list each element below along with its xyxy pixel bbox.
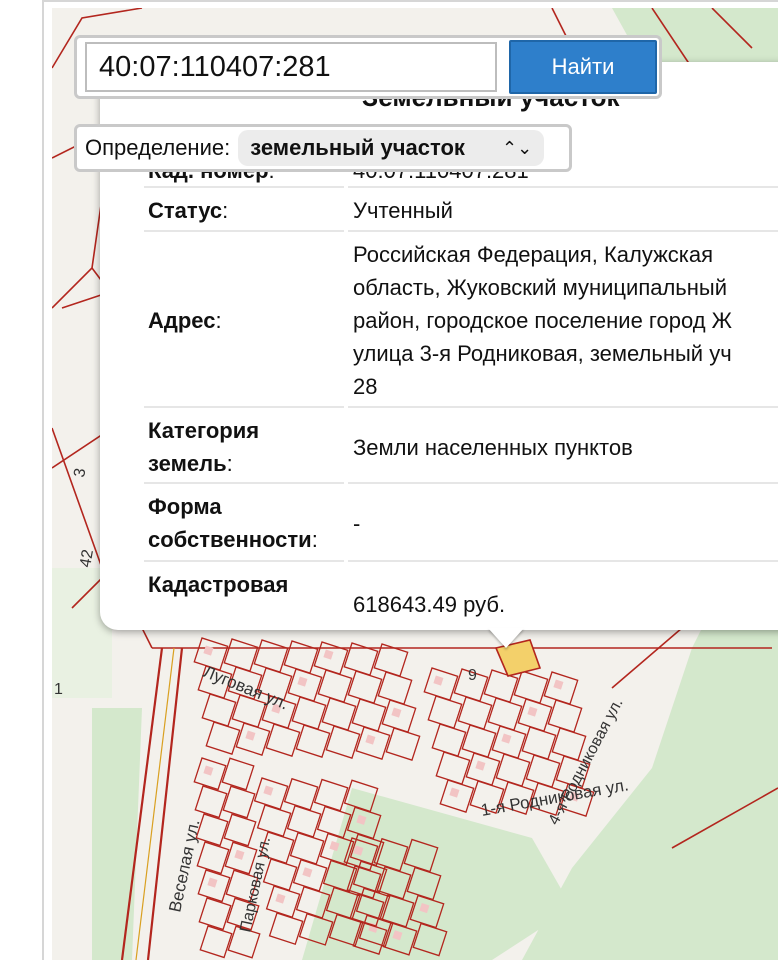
- row-divider: [144, 560, 778, 562]
- parcel-cell: [461, 724, 497, 758]
- parcel-cell: [286, 804, 322, 838]
- parcel-cell: [435, 751, 471, 785]
- parcel-cell: [427, 695, 463, 729]
- search-bar: Найти: [74, 35, 662, 99]
- parcel-cell: [351, 698, 387, 732]
- row-value-line: улица 3-я Родниковая, земельный уч: [353, 341, 732, 366]
- row-divider: [144, 230, 778, 232]
- building: [323, 649, 334, 660]
- find-button[interactable]: Найти: [509, 40, 657, 94]
- row-value: 618643.49 руб.: [353, 592, 506, 617]
- building: [275, 893, 286, 904]
- street-label: 1: [54, 681, 63, 698]
- parcel-cell: [377, 671, 413, 705]
- building: [245, 730, 256, 741]
- parcel-cell: [295, 724, 331, 758]
- row-label-line: Категория: [148, 418, 260, 443]
- parcel-cell: [196, 841, 230, 875]
- parcel-boundary: [52, 427, 103, 569]
- row-label: Адрес:: [148, 308, 222, 333]
- row-divider: [144, 482, 778, 484]
- street-label: 3: [71, 467, 89, 479]
- row-label: Кадастровая: [148, 572, 289, 597]
- parcel-cell: [487, 697, 523, 731]
- window-frame-top: [42, 0, 778, 2]
- building: [365, 734, 376, 745]
- parcel-cell: [265, 723, 301, 757]
- parcel-cell: [268, 912, 304, 945]
- parcel-cell: [201, 693, 237, 727]
- building: [527, 706, 538, 717]
- definition-label: Определение:: [85, 135, 231, 160]
- parcel-cell: [283, 777, 319, 811]
- building: [475, 760, 486, 771]
- row-divider: [144, 186, 778, 188]
- building: [203, 765, 214, 776]
- parcel-cell: [513, 670, 549, 704]
- definition-select[interactable]: земельный участок ⌃⌄: [238, 130, 545, 166]
- building: [501, 733, 512, 744]
- street-label: 42: [77, 548, 97, 569]
- parcel-cell: [205, 721, 241, 755]
- popup-pointer: [488, 628, 524, 648]
- parcel-cell: [431, 723, 467, 757]
- parcel-cell: [198, 897, 232, 931]
- building: [207, 877, 218, 888]
- parcel-cell: [317, 669, 353, 703]
- building: [263, 785, 274, 796]
- row-divider: [144, 406, 778, 408]
- building: [297, 676, 308, 687]
- building: [553, 679, 564, 690]
- parcel-cell: [194, 785, 228, 819]
- parcel-cell: [525, 754, 561, 788]
- parcel-cell: [521, 726, 557, 760]
- window-frame-left: [42, 0, 44, 960]
- parcel-cell: [221, 757, 255, 791]
- row-label: Статус:: [148, 198, 229, 223]
- parcel-cell: [223, 813, 257, 847]
- green-area: [92, 708, 142, 960]
- parcel-cell: [222, 785, 256, 819]
- parcel-cell: [547, 699, 583, 733]
- row-label-line: земель:: [148, 451, 233, 476]
- parcel-cell: [289, 831, 325, 865]
- row-value: Земли населенных пунктов: [353, 435, 633, 460]
- parcel-cell: [373, 643, 409, 677]
- building: [391, 707, 402, 718]
- parcel-cell: [223, 638, 259, 672]
- parcel-cell: [256, 804, 292, 837]
- definition-selected-value: земельный участок: [250, 135, 465, 160]
- row-value: Учтенный: [353, 198, 453, 223]
- definition-bar: Определение: земельный участок ⌃⌄: [74, 124, 572, 172]
- parcel-cell: [321, 697, 357, 731]
- street-label: 4-я Родниковая ул.: [546, 696, 627, 828]
- row-label-line: Форма: [148, 494, 222, 519]
- updown-chevron-icon: ⌃⌄: [502, 138, 533, 158]
- row-value-line: Российская Федерация, Калужская: [353, 242, 714, 267]
- parcel-cell: [283, 640, 319, 674]
- street-label: Парковая ул.: [237, 835, 274, 934]
- parcel-cell: [347, 670, 383, 704]
- parcel-cell: [199, 925, 233, 959]
- building: [234, 849, 245, 860]
- parcel-cell: [291, 696, 327, 730]
- parcel-cell: [385, 727, 421, 761]
- parcel-cell: [457, 696, 493, 730]
- parcel-cell: [325, 725, 361, 759]
- row-label-line: собственности:: [148, 527, 318, 552]
- street-label: 9: [468, 667, 477, 684]
- row-value: -: [353, 511, 361, 536]
- row-value-line: область, Жуковский муниципальный: [353, 275, 728, 300]
- parcel-cell: [495, 753, 531, 787]
- cadastral-number-input[interactable]: [85, 42, 497, 92]
- building: [302, 867, 313, 878]
- row-value-line: 28: [353, 374, 378, 399]
- row-value-line: район, городское поселение город Ж: [353, 308, 732, 333]
- building: [449, 787, 460, 798]
- building: [203, 645, 214, 656]
- parcel-cell: [313, 778, 349, 812]
- building: [433, 675, 444, 686]
- parcel-cell: [253, 639, 289, 673]
